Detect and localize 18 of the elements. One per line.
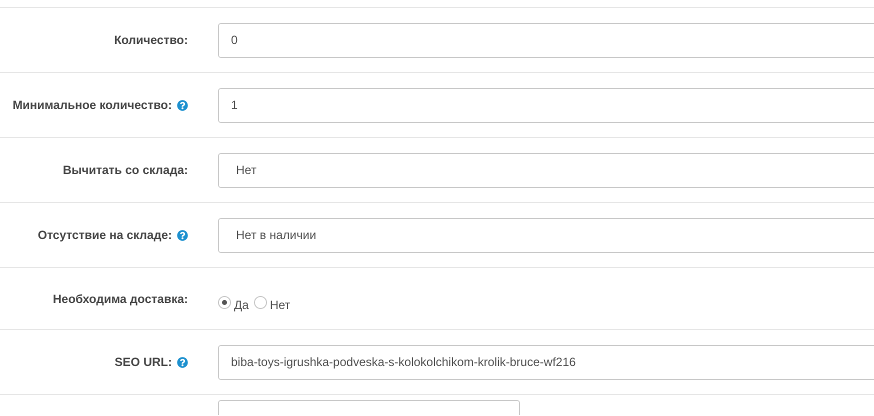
field-label: SEO URL: [114,354,172,371]
radio-button[interactable] [254,296,267,309]
radio-button[interactable] [218,296,231,309]
input-field[interactable]: biba-toys-igrushka-podveska-s-kolokolchikom-krolik-bruce-wf216 [218,344,874,380]
input-field[interactable]: 1 [218,88,874,122]
select-field[interactable]: Нет [218,152,874,188]
field-label: Количество: [114,32,188,49]
help-icon[interactable] [177,356,188,368]
help-icon[interactable] [177,230,188,240]
field-label: Вычитать со склада: [62,162,188,179]
field-label: Отсутствие на складе: [38,227,172,244]
radio-label: Да [234,296,249,314]
radio-label: Нет [270,296,290,314]
help-icon[interactable] [177,100,188,110]
input-field[interactable]: 0 [218,22,874,58]
field-label: Минимальное количество: [12,97,172,114]
select-field[interactable]: Нет в наличии [218,218,874,252]
field-label: Необходима доставка: [52,290,188,308]
